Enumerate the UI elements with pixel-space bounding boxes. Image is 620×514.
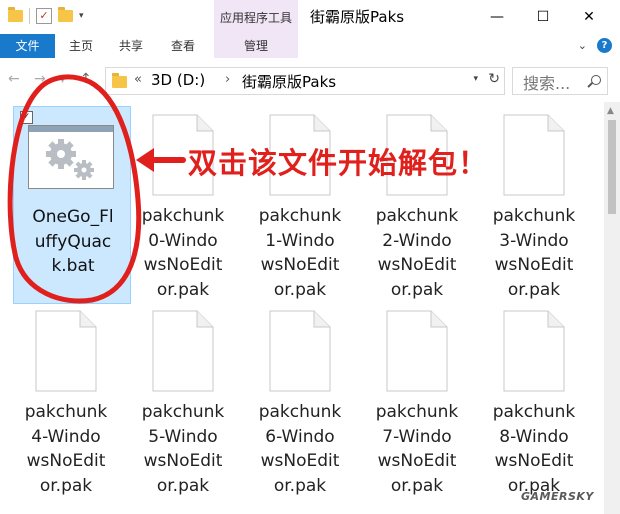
blank-file-icon [152, 310, 214, 392]
file-item-pak5[interactable]: pakchunk 5-Windo wsNoEdit or.pak [124, 304, 242, 502]
search-input[interactable]: 搜索... [512, 67, 608, 95]
contextual-tab-title: 应用程序工具 [219, 11, 292, 25]
blank-file-icon [269, 310, 331, 392]
window-title: 街霸原版Paks [310, 8, 405, 26]
file-item-pak7[interactable]: pakchunk 7-Windo wsNoEdit or.pak [358, 304, 476, 502]
blank-file-icon [503, 310, 565, 392]
breadcrumb-drive[interactable]: 3D (D:) [151, 71, 205, 89]
customize-toolbar-icon[interactable]: ▾ [79, 11, 84, 21]
scroll-up-icon[interactable]: ▲ [607, 106, 614, 116]
address-folder-icon [112, 73, 127, 88]
file-item-pak6[interactable]: pakchunk 6-Windo wsNoEdit or.pak [241, 304, 359, 502]
file-name: pakchunk 0-Windo wsNoEdit or.pak [141, 206, 225, 300]
tab-manage[interactable]: 管理 [214, 34, 298, 58]
blank-file-icon [35, 310, 97, 392]
new-folder-icon[interactable] [58, 7, 73, 22]
close-button[interactable]: ✕ [566, 4, 612, 30]
watermark: GAMERSKY [521, 490, 594, 503]
title-bar: ✓ ▾ 应用程序工具 街霸原版Paks — ☐ ✕ [0, 0, 620, 34]
blank-file-icon [503, 114, 565, 196]
address-dropdown-icon[interactable]: ▾ [473, 74, 478, 84]
search-placeholder: 搜索... [523, 74, 571, 93]
file-name: pakchunk 5-Windo wsNoEdit or.pak [141, 402, 225, 496]
forward-arrow-icon[interactable]: → [34, 71, 46, 87]
address-row: ← → ▾ ↑ « 3D (D:) › 街霸原版Paks ▾ ↻ 搜索... [0, 58, 620, 102]
annotation-text: 双击该文件开始解包！ [188, 146, 489, 180]
vertical-scrollbar[interactable]: ▲ [604, 102, 620, 514]
breadcrumb-folder[interactable]: 街霸原版Paks [242, 71, 336, 92]
file-name: pakchunk 1-Windo wsNoEdit or.pak [258, 206, 342, 300]
quick-access-toolbar: ✓ ▾ [8, 7, 84, 24]
file-name: pakchunk 4-Windo wsNoEdit or.pak [24, 402, 108, 496]
help-icon[interactable]: ? [597, 38, 612, 53]
properties-icon[interactable]: ✓ [36, 8, 52, 24]
file-item-pak1[interactable]: pakchunk 1-Windo wsNoEdit or.pak [241, 106, 359, 304]
file-name: pakchunk 3-Windo wsNoEdit or.pak [492, 206, 576, 300]
ribbon-tabs: 文件 主页 共享 查看 管理 ⌄ ? [0, 34, 620, 59]
contextual-tab-group: 应用程序工具 [214, 0, 298, 34]
file-name: pakchunk 8-Windo wsNoEdit or.pak [492, 402, 576, 496]
refresh-icon[interactable]: ↻ [488, 71, 500, 87]
tab-file[interactable]: 文件 [0, 34, 55, 58]
breadcrumb-overflow[interactable]: « [134, 72, 142, 87]
toolbar-divider [29, 8, 30, 24]
search-icon[interactable] [591, 75, 601, 85]
file-item-pak3[interactable]: pakchunk 3-Windo wsNoEdit or.pak [475, 106, 593, 304]
scrollbar-thumb[interactable] [608, 120, 616, 214]
breadcrumb-separator[interactable]: › [225, 72, 230, 87]
file-name: pakchunk 7-Windo wsNoEdit or.pak [375, 402, 459, 496]
back-arrow-icon[interactable]: ← [8, 71, 20, 87]
minimize-button[interactable]: — [474, 4, 520, 30]
address-bar[interactable]: « 3D (D:) › 街霸原版Paks ▾ ↻ [105, 67, 505, 95]
selection-checkbox-icon[interactable]: ✓ [20, 111, 33, 124]
recent-locations-icon[interactable]: ▾ [60, 75, 65, 86]
tab-view[interactable]: 查看 [160, 34, 206, 58]
file-name: pakchunk 6-Windo wsNoEdit or.pak [258, 402, 342, 496]
file-item-pak2[interactable]: pakchunk 2-Windo wsNoEdit or.pak [358, 106, 476, 304]
folder-icon [8, 7, 23, 22]
file-name: pakchunk 2-Windo wsNoEdit or.pak [375, 206, 459, 300]
up-arrow-icon[interactable]: ↑ [80, 71, 92, 87]
ribbon-controls: ⌄ ? [578, 38, 612, 53]
file-item-pak0[interactable]: pakchunk 0-Windo wsNoEdit or.pak [124, 106, 242, 304]
maximize-button[interactable]: ☐ [520, 4, 566, 30]
file-item-bat[interactable]: ✓ OneGo_Fl uffyQuac k.bat [13, 106, 131, 304]
file-item-pak4[interactable]: pakchunk 4-Windo wsNoEdit or.pak [7, 304, 125, 502]
tab-share[interactable]: 共享 [108, 34, 154, 58]
expand-ribbon-icon[interactable]: ⌄ [578, 39, 587, 52]
file-name: OneGo_Fl uffyQuac k.bat [32, 207, 114, 276]
tab-home[interactable]: 主页 [58, 34, 104, 58]
batch-file-gear-icon [28, 125, 114, 189]
blank-file-icon [386, 310, 448, 392]
file-item-pak8[interactable]: pakchunk 8-Windo wsNoEdit or.pak [475, 304, 593, 502]
